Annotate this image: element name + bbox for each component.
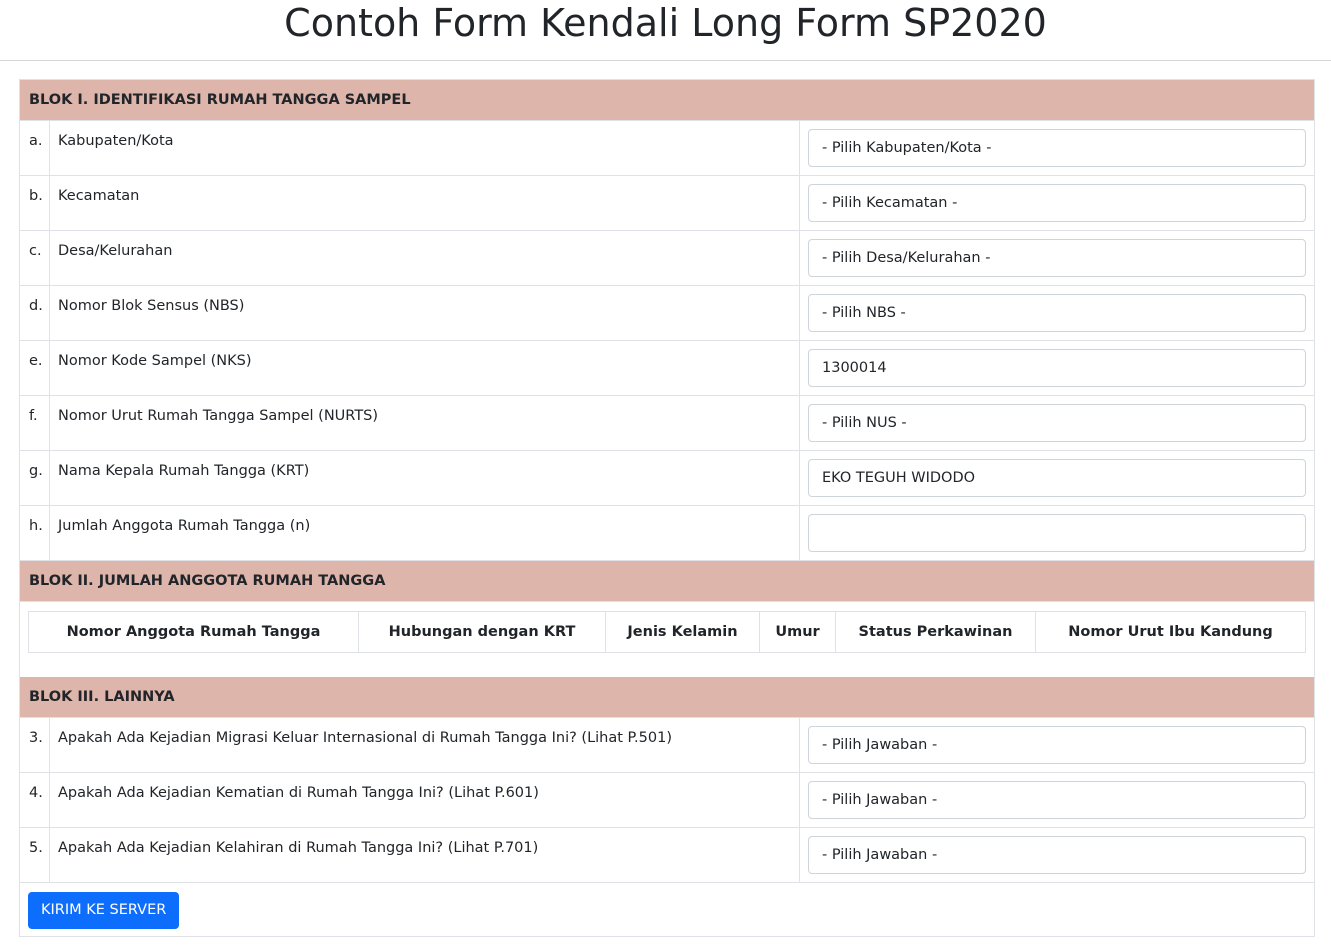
col-hubungan: Hubungan dengan KRT	[359, 612, 606, 652]
col-nomor-anggota: Nomor Anggota Rumah Tangga	[29, 612, 359, 652]
blok2-table-header: Nomor Anggota Rumah Tangga Hubungan deng…	[28, 611, 1306, 653]
row-field[interactable]: - Pilih Jawaban -	[808, 781, 1306, 819]
row-number: 5.	[20, 828, 50, 882]
submit-button[interactable]: KIRIM KE SERVER	[28, 892, 180, 929]
form-row: e. Nomor Kode Sampel (NKS) 1300014	[20, 341, 1314, 396]
form-container: BLOK I. IDENTIFIKASI RUMAH TANGGA SAMPEL…	[19, 79, 1315, 937]
row-label: Apakah Ada Kejadian Kelahiran di Rumah T…	[50, 828, 800, 882]
col-jenis-kelamin: Jenis Kelamin	[606, 612, 760, 652]
form-row: 3. Apakah Ada Kejadian Migrasi Keluar In…	[20, 718, 1314, 773]
row-field[interactable]: - Pilih Kecamatan -	[808, 184, 1306, 222]
row-field[interactable]	[808, 514, 1306, 552]
form-row: h. Jumlah Anggota Rumah Tangga (n)	[20, 506, 1314, 561]
row-field[interactable]: - Pilih Jawaban -	[808, 836, 1306, 874]
row-label: Kabupaten/Kota	[50, 121, 800, 175]
row-field[interactable]: EKO TEGUH WIDODO	[808, 459, 1306, 497]
form-row: c. Desa/Kelurahan - Pilih Desa/Kelurahan…	[20, 231, 1314, 286]
col-nomor-ibu: Nomor Urut Ibu Kandung	[1068, 624, 1273, 640]
row-number: c.	[20, 231, 50, 285]
row-field[interactable]: - Pilih Jawaban -	[808, 726, 1306, 764]
col-umur: Umur	[760, 612, 836, 652]
row-field[interactable]: - Pilih NBS -	[808, 294, 1306, 332]
row-number: a.	[20, 121, 50, 175]
form-row: d. Nomor Blok Sensus (NBS) - Pilih NBS -	[20, 286, 1314, 341]
row-field[interactable]: - Pilih NUS -	[808, 404, 1306, 442]
form-row: f. Nomor Urut Rumah Tangga Sampel (NURTS…	[20, 396, 1314, 451]
row-label: Nomor Urut Rumah Tangga Sampel (NURTS)	[50, 396, 800, 450]
row-field[interactable]: 1300014	[808, 349, 1306, 387]
row-number: e.	[20, 341, 50, 395]
row-number: 3.	[20, 718, 50, 772]
row-label: Apakah Ada Kejadian Kematian di Rumah Ta…	[50, 773, 800, 827]
row-label: Nomor Blok Sensus (NBS)	[50, 286, 800, 340]
form-row: 4. Apakah Ada Kejadian Kematian di Rumah…	[20, 773, 1314, 828]
form-row: b. Kecamatan - Pilih Kecamatan -	[20, 176, 1314, 231]
row-field[interactable]: - Pilih Kabupaten/Kota -	[808, 129, 1306, 167]
row-label: Nama Kepala Rumah Tangga (KRT)	[50, 451, 800, 505]
form-row: a. Kabupaten/Kota - Pilih Kabupaten/Kota…	[20, 121, 1314, 176]
row-number: h.	[20, 506, 50, 560]
blok3-header: BLOK III. LAINNYA	[20, 677, 1314, 718]
blok1-header: BLOK I. IDENTIFIKASI RUMAH TANGGA SAMPEL	[20, 80, 1314, 121]
row-field[interactable]: - Pilih Desa/Kelurahan -	[808, 239, 1306, 277]
form-row: 5. Apakah Ada Kejadian Kelahiran di Ruma…	[20, 828, 1314, 883]
form-row: g. Nama Kepala Rumah Tangga (KRT) EKO TE…	[20, 451, 1314, 506]
row-label: Nomor Kode Sampel (NKS)	[50, 341, 800, 395]
col-status-perkawinan: Status Perkawinan	[836, 612, 1036, 652]
row-number: f.	[20, 396, 50, 450]
row-number: d.	[20, 286, 50, 340]
row-number: g.	[20, 451, 50, 505]
row-label: Desa/Kelurahan	[50, 231, 800, 285]
row-number: 4.	[20, 773, 50, 827]
page-title: Contoh Form Kendali Long Form SP2020	[0, 0, 1331, 61]
row-number: b.	[20, 176, 50, 230]
blok2-header: BLOK II. JUMLAH ANGGOTA RUMAH TANGGA	[20, 561, 1314, 602]
row-label: Apakah Ada Kejadian Migrasi Keluar Inter…	[50, 718, 800, 772]
row-label: Kecamatan	[50, 176, 800, 230]
row-label: Jumlah Anggota Rumah Tangga (n)	[50, 506, 800, 560]
